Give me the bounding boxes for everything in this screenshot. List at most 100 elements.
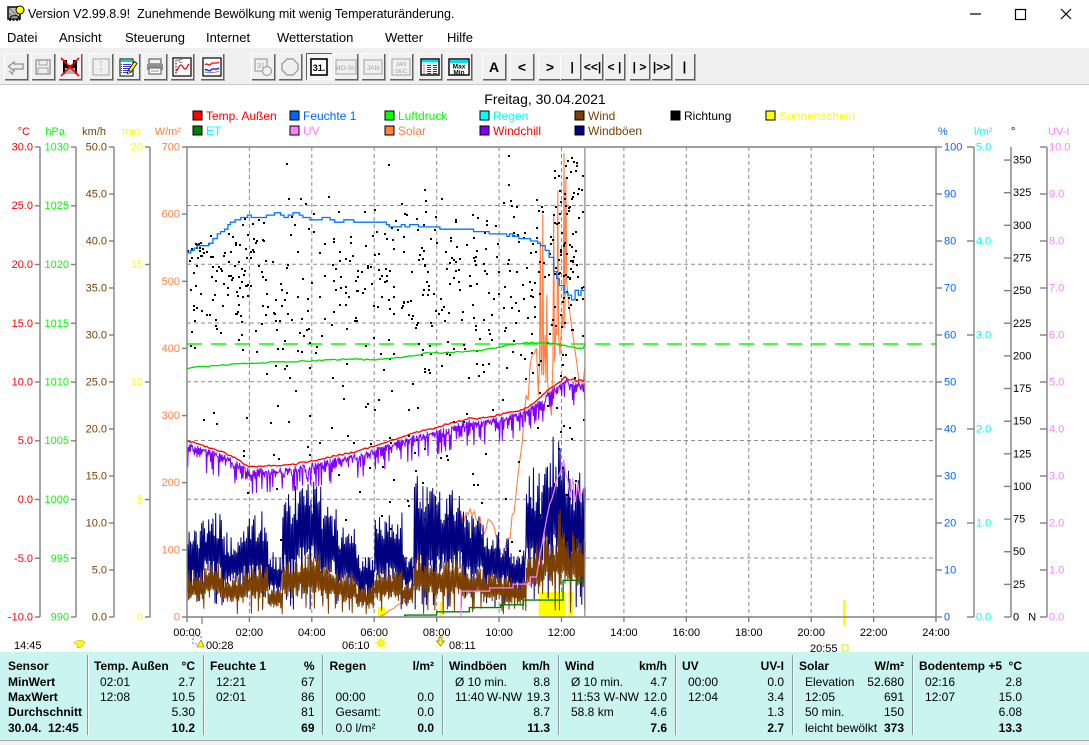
svg-text:Solar: Solar (398, 124, 426, 138)
svg-text:1025: 1025 (45, 200, 69, 212)
svg-text:ET: ET (206, 124, 222, 138)
svg-text:Sonnenschein: Sonnenschein (779, 109, 855, 123)
svg-text:0: 0 (137, 612, 143, 624)
svg-text:45.0: 45.0 (86, 189, 107, 201)
svg-text:300: 300 (1013, 220, 1031, 232)
svg-text:25.0: 25.0 (12, 200, 33, 212)
svg-text:225: 225 (1013, 318, 1031, 330)
svg-text:30.0: 30.0 (12, 142, 33, 154)
svg-text:0: 0 (174, 612, 180, 624)
svg-text:3.0: 3.0 (1049, 471, 1064, 483)
svg-text:4.0: 4.0 (1049, 424, 1064, 436)
svg-text:5.0: 5.0 (18, 435, 33, 447)
svg-text:20: 20 (131, 142, 143, 154)
svg-text:10.0: 10.0 (1049, 142, 1070, 154)
svg-text:24:00: 24:00 (922, 627, 950, 639)
svg-text:500: 500 (162, 276, 180, 288)
svg-text:0.0: 0.0 (92, 612, 107, 624)
svg-text:06:10: 06:10 (342, 640, 370, 652)
svg-text:12:00: 12:00 (548, 627, 576, 639)
svg-text:1.0: 1.0 (1049, 565, 1064, 577)
svg-text:10.0: 10.0 (12, 377, 33, 389)
svg-text:Temp. Außen: Temp. Außen (206, 109, 277, 123)
svg-text:00:28: 00:28 (206, 640, 234, 652)
svg-text:0 N: 0 N (1013, 612, 1036, 624)
svg-text:90: 90 (944, 189, 956, 201)
svg-text:1000: 1000 (45, 494, 69, 506)
svg-text:km/h: km/h (82, 126, 106, 138)
svg-text:08:11: 08:11 (449, 640, 476, 652)
svg-text:Luftdruck: Luftdruck (398, 109, 448, 123)
svg-text:600: 600 (162, 209, 180, 221)
svg-text:15.0: 15.0 (86, 471, 107, 483)
svg-text:350: 350 (1013, 155, 1031, 167)
svg-text:125: 125 (1013, 448, 1031, 460)
svg-text:02:00: 02:00 (236, 627, 264, 639)
svg-text:3.0: 3.0 (976, 330, 991, 342)
svg-text:Min: Min (453, 69, 464, 76)
svg-text:22:00: 22:00 (860, 627, 888, 639)
svg-text:5: 5 (137, 494, 143, 506)
svg-text:50.0: 50.0 (86, 142, 107, 154)
svg-text:DEC: DEC (395, 69, 407, 75)
svg-text:UV: UV (303, 124, 320, 138)
svg-text:40.0: 40.0 (86, 236, 107, 248)
svg-text:990: 990 (51, 612, 69, 624)
svg-text:06:00: 06:00 (360, 627, 388, 639)
svg-text:00:00: 00:00 (173, 627, 201, 639)
svg-text:5.0: 5.0 (976, 142, 991, 154)
svg-text:50: 50 (1013, 546, 1025, 558)
svg-text:%: % (938, 126, 948, 138)
svg-text:15.0: 15.0 (12, 318, 33, 330)
svg-text:275: 275 (1013, 253, 1031, 265)
svg-text:80: 80 (944, 236, 956, 248)
svg-text:6.0: 6.0 (1049, 330, 1064, 342)
svg-text:-10.0: -10.0 (8, 612, 33, 624)
svg-text:25: 25 (1013, 579, 1025, 591)
svg-text:T: T (99, 69, 103, 75)
svg-text:15: 15 (131, 259, 143, 271)
svg-text:20.0: 20.0 (12, 259, 33, 271)
svg-text:Windchill: Windchill (493, 124, 541, 138)
svg-text:0.0: 0.0 (976, 612, 991, 624)
svg-text:W/m²: W/m² (155, 126, 182, 138)
svg-text:Wind: Wind (588, 109, 615, 123)
svg-text:10: 10 (131, 377, 143, 389)
svg-text:Regen: Regen (493, 109, 528, 123)
svg-text:08:00: 08:00 (423, 627, 451, 639)
svg-text:7.0: 7.0 (1049, 283, 1064, 295)
svg-text:995: 995 (51, 553, 69, 565)
svg-text:min.: min. (122, 126, 143, 138)
svg-text:150: 150 (1013, 416, 1031, 428)
svg-text:400: 400 (162, 343, 180, 355)
svg-text:35.0: 35.0 (86, 283, 107, 295)
svg-text:hPa: hPa (45, 126, 65, 138)
svg-text:100: 100 (1013, 481, 1031, 493)
svg-text:20.0: 20.0 (86, 424, 107, 436)
svg-text:°C: °C (177, 59, 183, 65)
svg-text:50: 50 (944, 377, 956, 389)
svg-text:14:00: 14:00 (610, 627, 638, 639)
svg-text:1010: 1010 (45, 377, 69, 389)
svg-text:1020: 1020 (45, 259, 69, 271)
svg-text:700: 700 (162, 142, 180, 154)
svg-text:100: 100 (162, 544, 180, 556)
svg-text:200: 200 (162, 477, 180, 489)
svg-text:31.: 31. (313, 63, 326, 73)
svg-text:5.0: 5.0 (1049, 377, 1064, 389)
svg-text:10: 10 (944, 565, 956, 577)
svg-text:0.0: 0.0 (18, 494, 33, 506)
svg-text:8.0: 8.0 (1049, 236, 1064, 248)
svg-text:325: 325 (1013, 187, 1031, 199)
svg-text:Richtung: Richtung (684, 109, 731, 123)
svg-text:4.0: 4.0 (976, 236, 991, 248)
svg-text:2.0: 2.0 (1049, 518, 1064, 530)
svg-text:10:00: 10:00 (485, 627, 513, 639)
svg-text:1030: 1030 (45, 142, 69, 154)
svg-text:20: 20 (944, 518, 956, 530)
svg-text:0.0: 0.0 (1049, 612, 1064, 624)
svg-text:JAN: JAN (367, 65, 380, 72)
svg-text:30: 30 (944, 471, 956, 483)
svg-text:JAN: JAN (396, 62, 406, 68)
svg-text:14:45: 14:45 (14, 640, 42, 652)
